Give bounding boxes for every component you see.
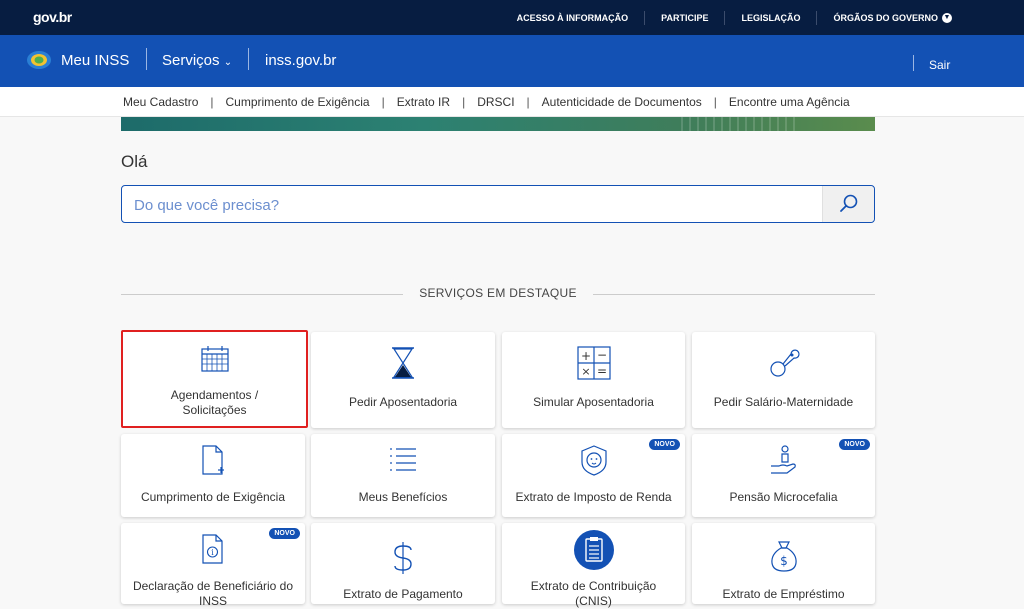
chevron-down-icon: ▼ (942, 13, 952, 24)
svg-text:=: = (596, 364, 606, 378)
site-link[interactable]: inss.gov.br (265, 52, 336, 69)
document-add-icon (202, 445, 224, 475)
chevron-down-icon: ⌄ (223, 57, 233, 68)
search-button[interactable] (822, 186, 874, 222)
search-icon (840, 194, 858, 212)
services-dropdown[interactable]: Serviços ⌄ (162, 52, 232, 69)
card-label: Declaração de Beneficiário do INSS (132, 579, 294, 608)
quick-link-meu-cadastro[interactable]: Meu Cadastro (123, 95, 198, 109)
hero-banner (121, 117, 875, 131)
section-title: SERVIÇOS EM DESTAQUE (419, 286, 577, 300)
calculator-icon: + − × = (576, 346, 611, 380)
new-badge: NOVO (269, 528, 300, 539)
card-label: Meus Benefícios (358, 490, 448, 504)
service-card-meus-beneficios[interactable]: Meus Benefícios (311, 434, 495, 517)
inss-logo-icon[interactable] (26, 50, 52, 70)
card-label: Extrato de Empréstimo (722, 587, 845, 601)
svg-text:$: $ (780, 554, 788, 568)
link-legislacao[interactable]: LEGISLAÇÃO (724, 10, 816, 25)
divider: | (713, 95, 717, 109)
search-input[interactable]: Do que você precisa? (134, 197, 279, 214)
card-label: Cumprimento de Exigência (140, 490, 286, 504)
service-card-declaracao-beneficiario[interactable]: NOVO i Declaração de Beneficiário do INS… (121, 523, 305, 608)
divider: | (210, 95, 214, 109)
quick-links-bar: Meu Cadastro | Cumprimento de Exigência | Ex… (0, 87, 1024, 117)
orgaos-label: ÓRGÃOS DO GOVERNO (833, 12, 938, 23)
inss-header: Meu INSS Serviços ⌄ inss.gov.br Sair (0, 35, 1024, 87)
quick-link-drsci[interactable]: DRSCI (477, 95, 514, 109)
greeting: Olá (121, 152, 148, 171)
dollar-icon (394, 542, 412, 574)
service-card-cumprimento-exigencia[interactable]: Cumprimento de Exigência (121, 434, 305, 517)
svg-text:×: × (581, 365, 590, 378)
govbr-links: ACESSO À INFORMAÇÃO PARTICIPE LEGISLAÇÃO… (501, 0, 968, 35)
card-label: Extrato de Imposto de Renda (515, 490, 672, 504)
svg-text:i: i (211, 548, 214, 557)
card-label: Pensão Microcefalia (729, 490, 838, 504)
divider: | (381, 95, 385, 109)
card-label: Extrato de Contribuição (CNIS) (530, 579, 657, 608)
divider (146, 48, 147, 70)
divider (913, 55, 914, 71)
service-card-extrato-imposto-renda[interactable]: NOVO Extrato de Imposto de Renda (502, 434, 685, 517)
services-label: Serviços (162, 52, 220, 69)
service-card-salario-maternidade[interactable]: Pedir Salário-Maternidade (692, 332, 875, 428)
quick-link-encontre-agencia[interactable]: Encontre uma Agência (729, 95, 850, 109)
divider: | (462, 95, 466, 109)
divider (593, 294, 875, 295)
service-card-pensao-microcefalia[interactable]: NOVO Pensão Microcefalia (692, 434, 875, 517)
card-label: Simular Aposentadoria (533, 395, 654, 409)
money-bag-icon: $ (770, 541, 797, 572)
card-label: Extrato de Pagamento (343, 587, 463, 601)
card-label: Pedir Aposentadoria (348, 395, 458, 409)
lion-icon (580, 445, 607, 476)
link-acesso-informacao[interactable]: ACESSO À INFORMAÇÃO (501, 11, 645, 25)
divider: | (526, 95, 530, 109)
service-card-agendamentos[interactable]: Agendamentos / Solicitações (121, 330, 308, 428)
featured-services-header: SERVIÇOS EM DESTAQUE (121, 286, 875, 302)
link-participe[interactable]: PARTICIPE (644, 10, 724, 25)
hand-person-icon (770, 445, 796, 474)
quick-link-cumprimento-exigencia[interactable]: Cumprimento de Exigência (226, 95, 370, 109)
svg-text:−: − (596, 348, 606, 362)
svg-text:+: + (580, 349, 590, 363)
card-label: Agendamentos / Solicitações (170, 388, 259, 417)
new-badge: NOVO (649, 439, 680, 450)
clipboard-icon (573, 530, 614, 570)
service-card-extrato-pagamento[interactable]: Extrato de Pagamento (311, 523, 495, 604)
search-bar[interactable]: Do que você precisa? (121, 185, 875, 223)
app-title[interactable]: Meu INSS (61, 52, 129, 69)
govbr-top-bar: gov.br ACESSO À INFORMAÇÃO PARTICIPE LEG… (0, 0, 1024, 35)
govbr-logo[interactable]: gov.br (33, 9, 72, 25)
quick-link-extrato-ir[interactable]: Extrato IR (397, 95, 450, 109)
logout-button[interactable]: Sair (929, 58, 950, 72)
list-icon (390, 448, 416, 471)
service-card-pedir-aposentadoria[interactable]: Pedir Aposentadoria (311, 332, 495, 428)
service-card-extrato-emprestimo[interactable]: $ Extrato de Empréstimo (692, 523, 875, 604)
divider (248, 48, 249, 70)
service-card-extrato-contribuicao[interactable]: Extrato de Contribuição (CNIS) (502, 523, 685, 608)
pacifier-icon (769, 349, 800, 377)
quick-link-autenticidade[interactable]: Autenticidade de Documentos (542, 95, 702, 109)
document-info-icon: i (202, 534, 223, 564)
card-label: Pedir Salário-Maternidade (713, 395, 854, 409)
service-card-simular-aposentadoria[interactable]: + − × = Simular Aposentadoria (502, 332, 685, 428)
hourglass-icon (392, 347, 414, 379)
calendar-icon (200, 346, 229, 372)
new-badge: NOVO (839, 439, 870, 450)
link-orgaos-governo[interactable]: ÓRGÃOS DO GOVERNO ▼ (816, 10, 968, 25)
